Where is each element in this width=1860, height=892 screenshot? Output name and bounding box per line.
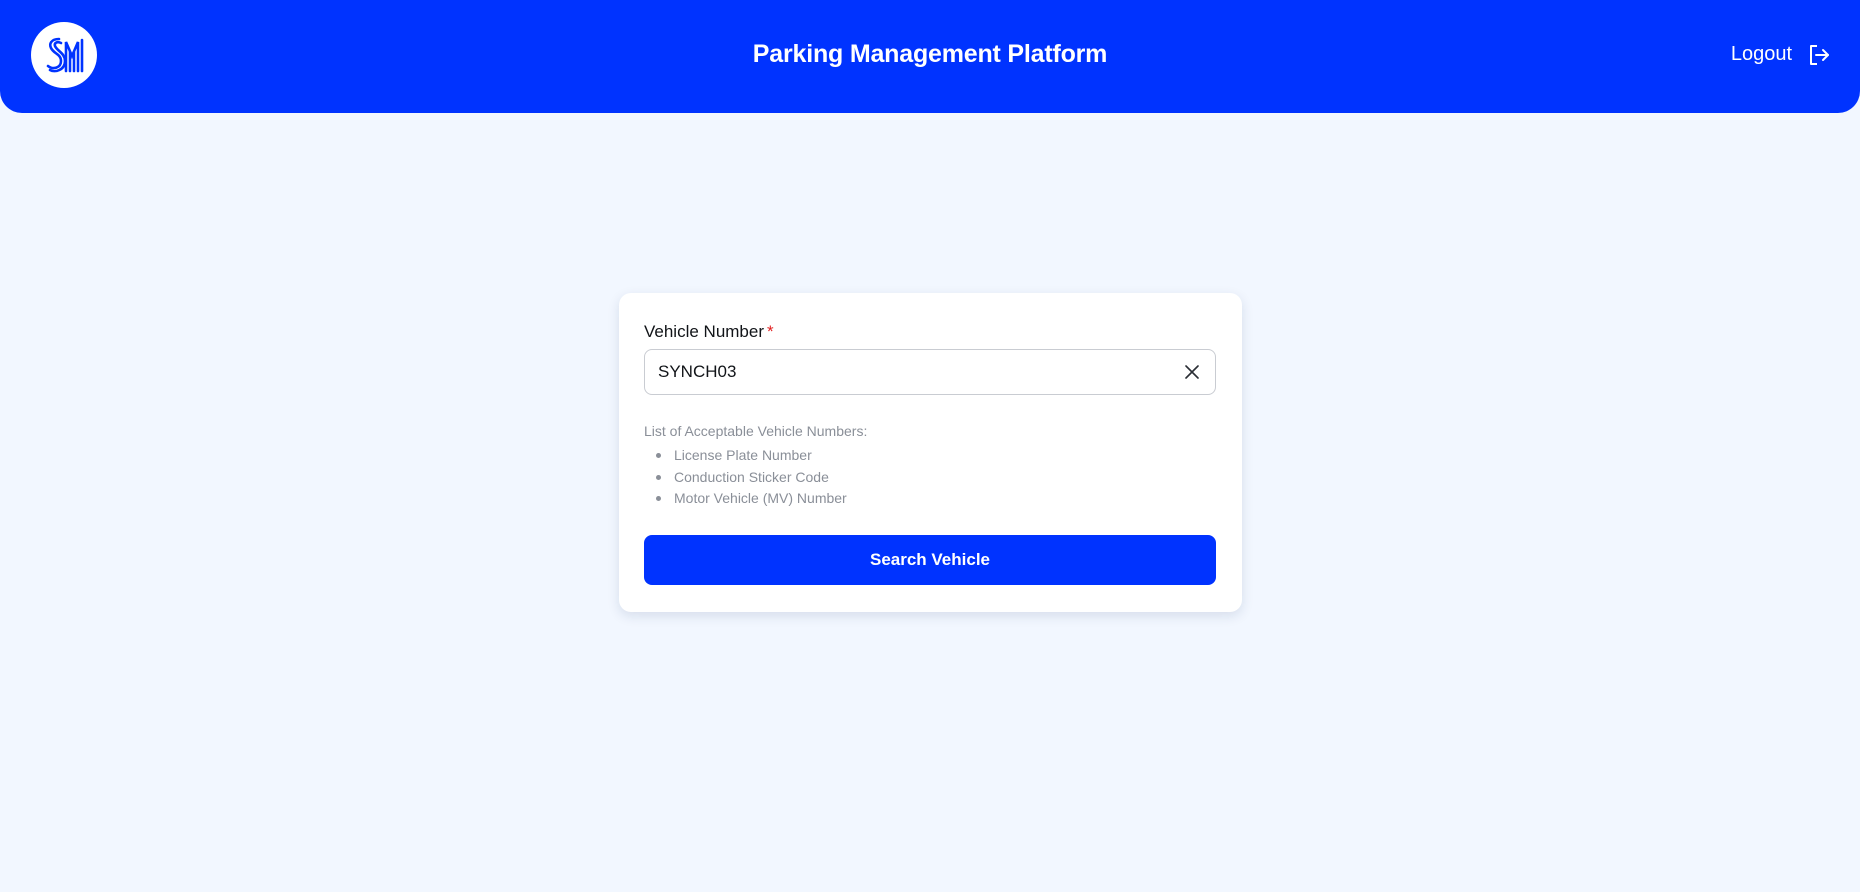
- vehicle-number-label: Vehicle Number *: [644, 322, 774, 342]
- logout-button[interactable]: Logout: [1731, 43, 1830, 66]
- list-item: Conduction Sticker Code: [644, 467, 847, 489]
- page-title: Parking Management Platform: [752, 40, 1108, 68]
- logout-icon: [1808, 44, 1830, 66]
- search-vehicle-button[interactable]: Search Vehicle: [644, 535, 1216, 585]
- vehicle-number-field: [644, 349, 1216, 395]
- vehicle-number-label-text: Vehicle Number: [644, 322, 765, 341]
- list-item: Motor Vehicle (MV) Number: [644, 488, 847, 510]
- logout-label: Logout: [1730, 43, 1792, 65]
- vehicle-search-card: Vehicle Number* List of Acceptable Vehic…: [619, 293, 1242, 612]
- required-marker: *: [767, 322, 774, 341]
- list-item: License Plate Number: [644, 445, 847, 467]
- close-icon[interactable]: [1181, 361, 1203, 383]
- hint-title: List of Acceptable Vehicle Numbers:: [644, 423, 868, 439]
- vehicle-number-input[interactable]: [658, 350, 1158, 394]
- acceptable-numbers-list: License Plate Number Conduction Sticker …: [644, 445, 847, 510]
- app-header: Parking Management Platform Logout: [0, 0, 1860, 113]
